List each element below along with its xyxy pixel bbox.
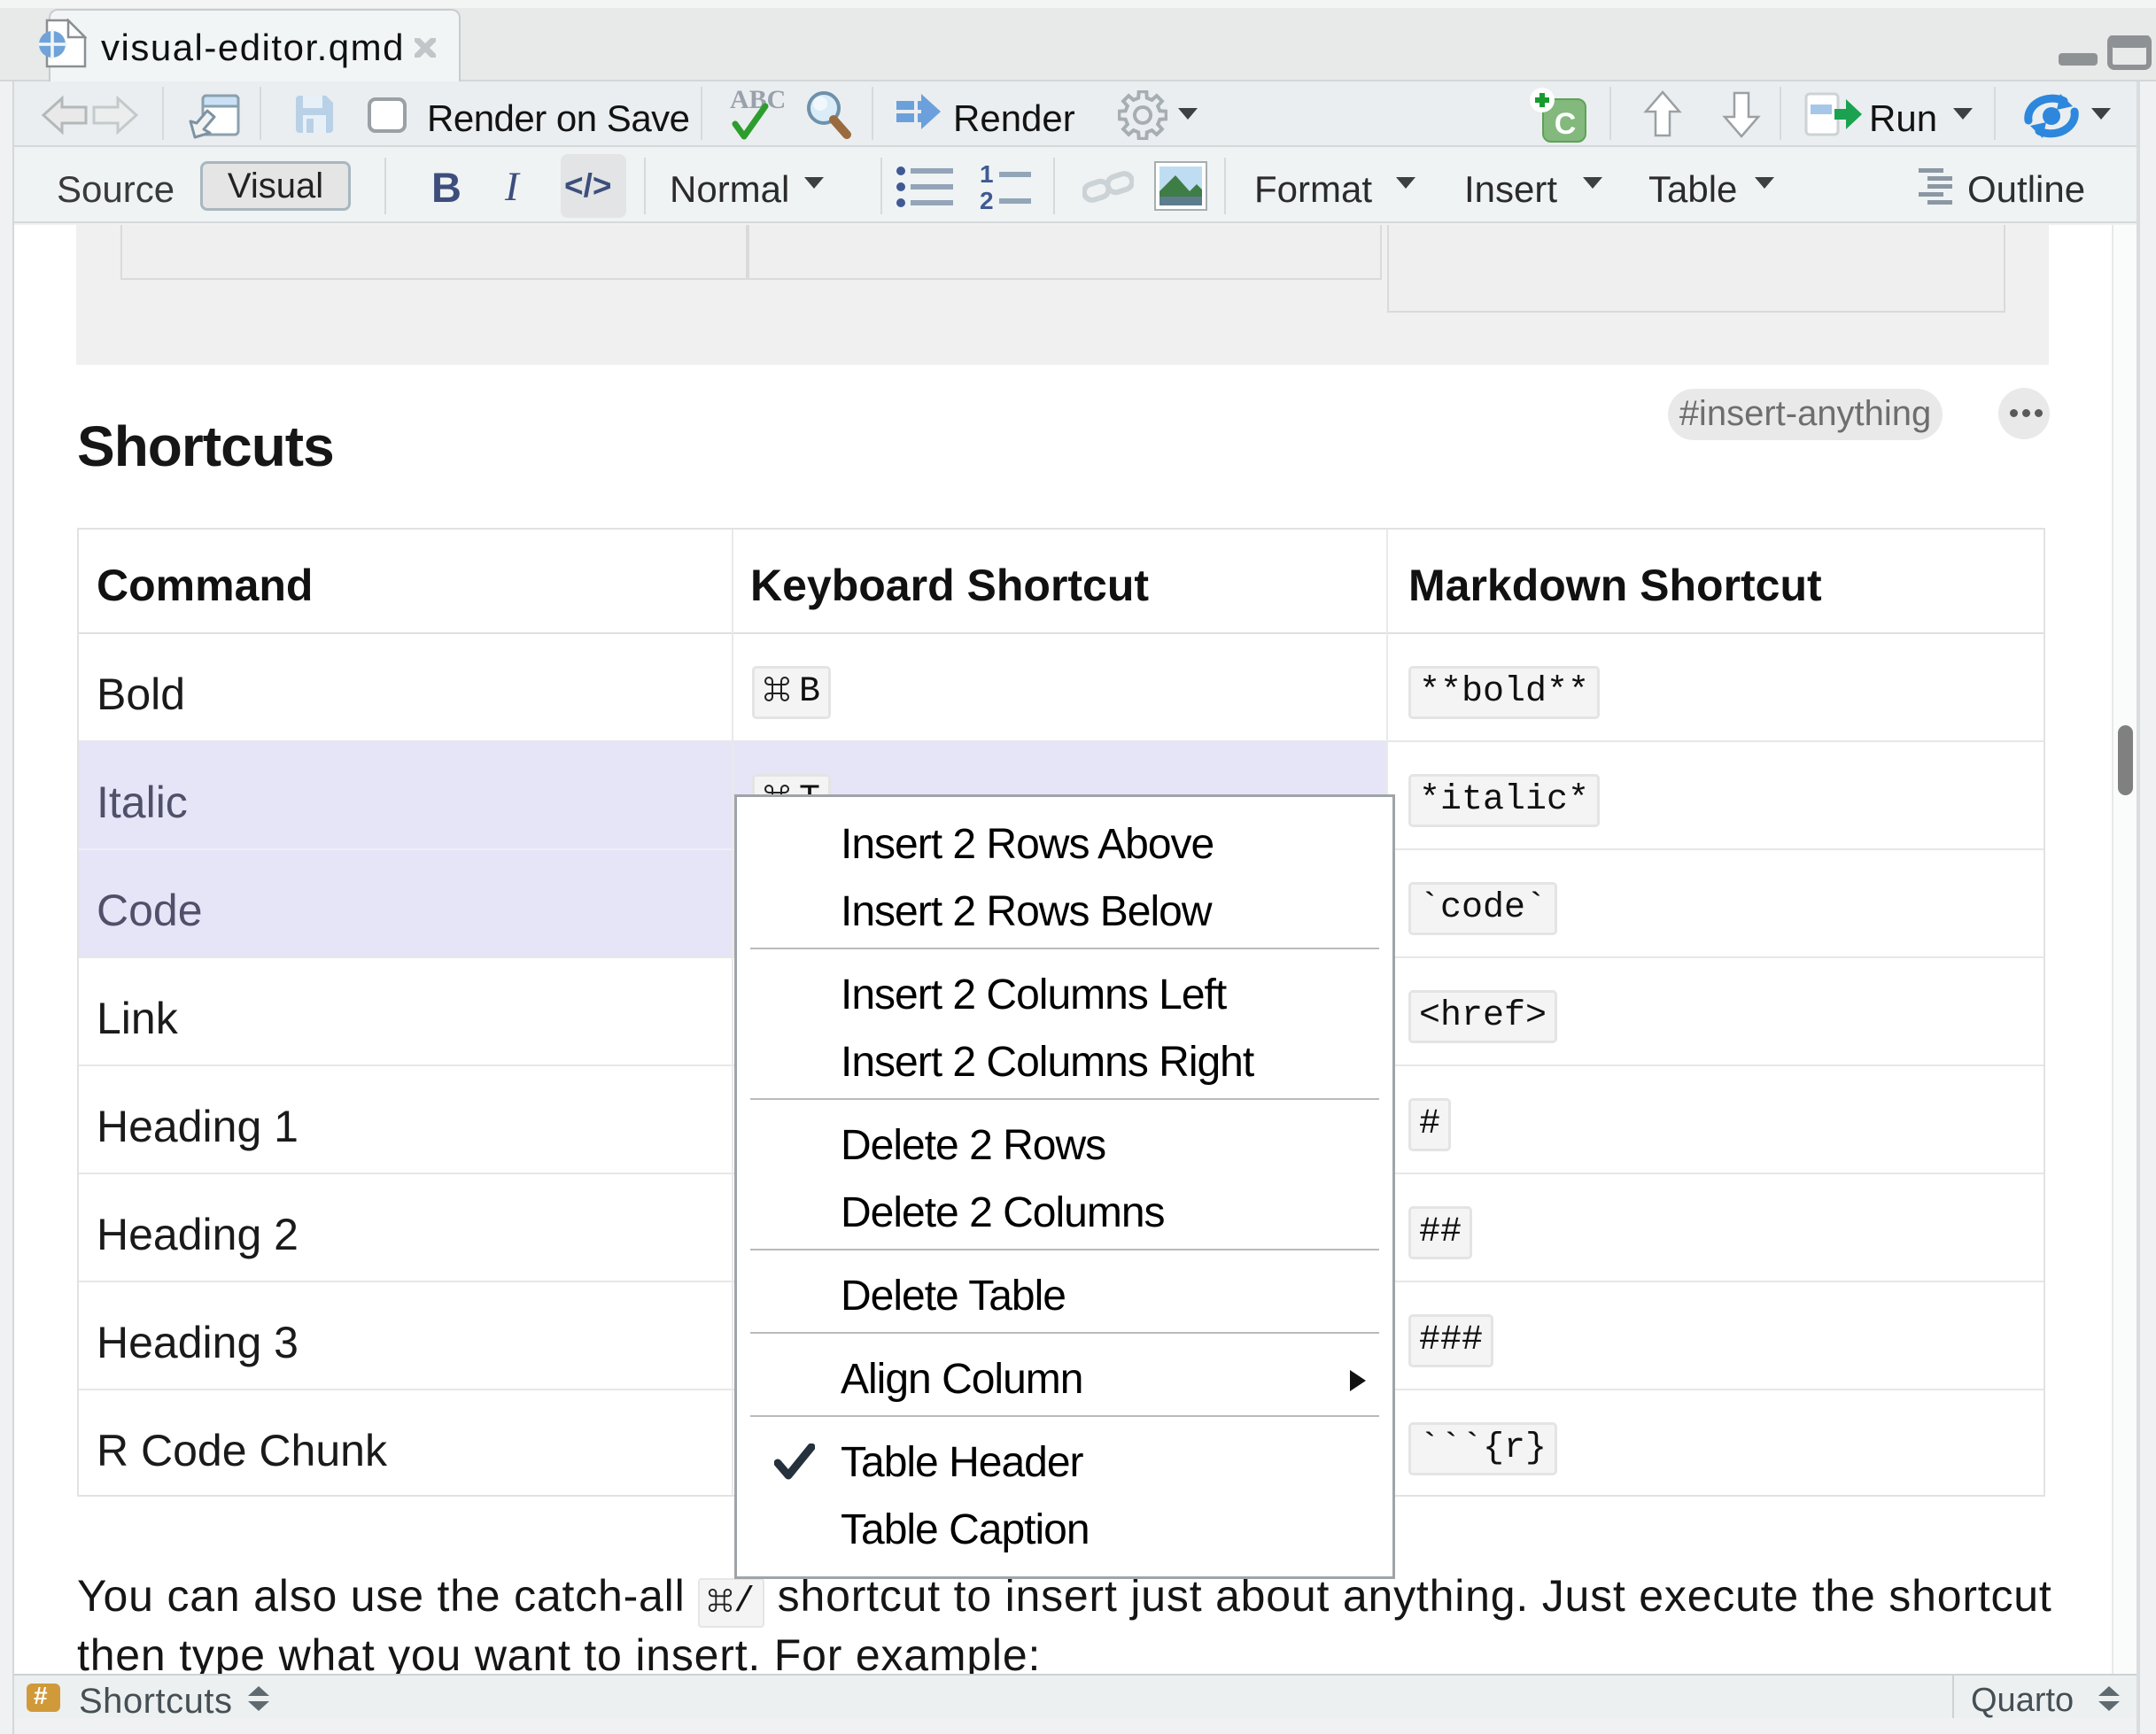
svg-text:1: 1 <box>980 163 994 188</box>
svg-text:2: 2 <box>980 187 994 211</box>
svg-text:C: C <box>1555 107 1577 141</box>
